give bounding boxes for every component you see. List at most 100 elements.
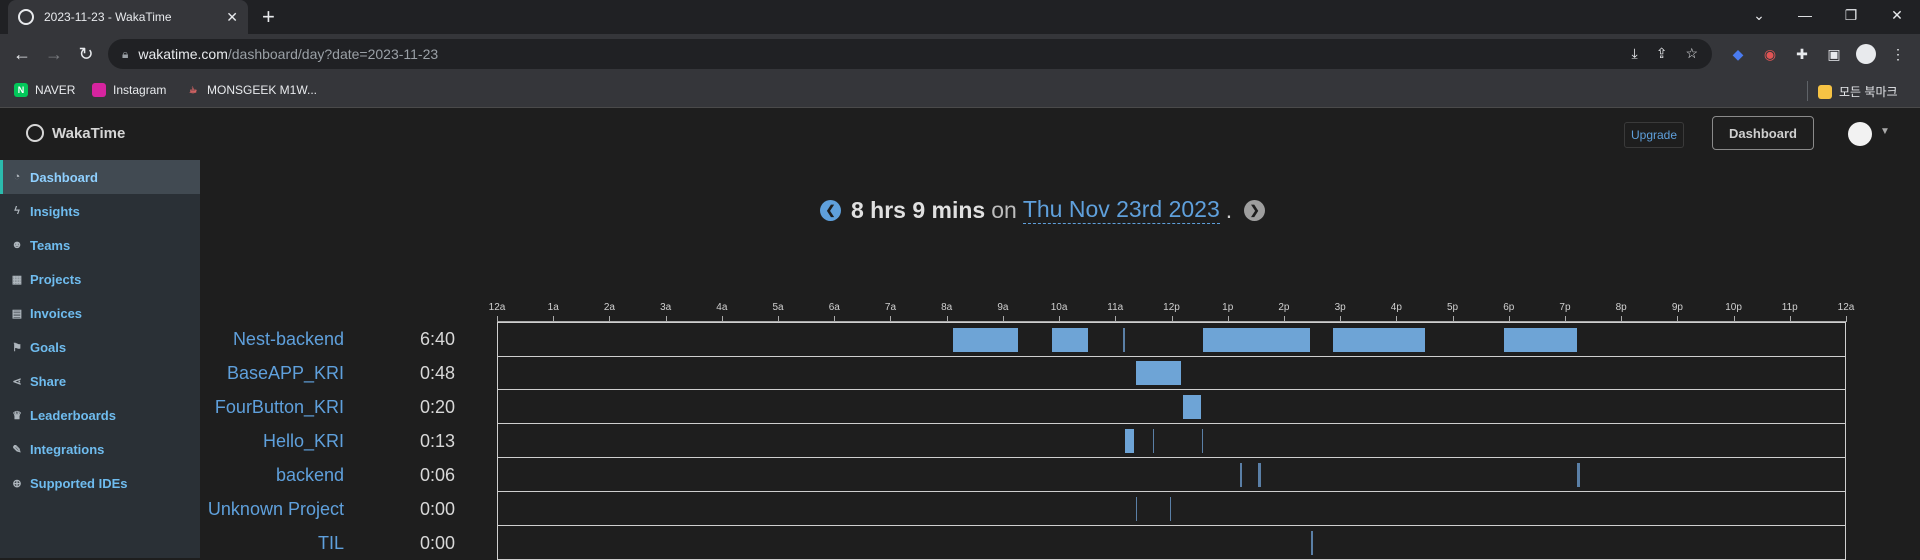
sidebar-item-insights[interactable]: ϟ Insights — [0, 194, 200, 228]
sidebar-item-invoices[interactable]: ▤ Invoices — [0, 296, 200, 330]
sidebar-item-teams[interactable]: ☻ Teams — [0, 228, 200, 262]
tick-label: 10a — [1050, 302, 1068, 313]
timeline-segment[interactable] — [1169, 497, 1172, 521]
chevron-down-icon[interactable]: ▼ — [1880, 126, 1890, 137]
user-avatar[interactable] — [1848, 122, 1872, 146]
project-link[interactable]: Nest-backend — [104, 329, 344, 350]
back-icon[interactable]: ← — [10, 42, 34, 66]
timeline-segment[interactable] — [1242, 328, 1260, 352]
tick-label: 5a — [772, 302, 784, 313]
extension-glasses-icon[interactable]: ◉ — [1758, 42, 1782, 66]
sidebar-item-dashboard[interactable]: ◔ Dashboard — [0, 160, 200, 194]
timeline-segment[interactable] — [1504, 328, 1578, 352]
close-tab-icon[interactable]: ✕ — [226, 9, 238, 26]
bookmark-naver[interactable]: N NAVER — [14, 83, 75, 97]
tick-label: 12p — [1163, 302, 1180, 313]
instagram-icon — [92, 83, 106, 97]
timeline-segment[interactable] — [1124, 429, 1135, 453]
project-link[interactable]: BaseAPP_KRI — [104, 363, 344, 384]
sidebar-item-label: Share — [30, 373, 67, 389]
project-time: 0:20 — [419, 397, 455, 417]
timeline-segment[interactable] — [1201, 429, 1204, 453]
project-link[interactable]: Unknown Project — [104, 499, 344, 520]
bookmark-instagram[interactable]: Instagram — [92, 83, 166, 97]
bookmark-monsgeek[interactable]: ☕︎ MONSGEEK M1W... — [186, 83, 317, 97]
project-time: 6:40 — [419, 329, 455, 349]
file-icon: ▤ — [11, 307, 23, 320]
tick-label: 9a — [997, 302, 1009, 313]
date-picker[interactable]: Thu Nov 23rd 2023 — [1022, 196, 1220, 224]
tick-label: 5p — [1446, 302, 1459, 313]
share-icon: ⋖ — [12, 375, 22, 388]
timeline-segment[interactable] — [1152, 361, 1167, 385]
forward-icon[interactable]: → — [42, 42, 66, 66]
new-tab-icon[interactable]: + — [262, 5, 275, 29]
menu-kebab-icon[interactable]: ⋮ — [1886, 42, 1910, 66]
timeline-segment[interactable] — [1152, 429, 1155, 453]
timeline-row — [497, 356, 1846, 390]
timeline-segment[interactable] — [1338, 328, 1426, 352]
dashboard-button[interactable]: Dashboard — [1712, 116, 1814, 150]
tab-title: 2023-11-23 - WakaTime — [44, 10, 172, 24]
extension-shield-icon[interactable]: ◆ — [1726, 42, 1750, 66]
address-bar[interactable]: 🔒︎ wakatime.com /dashboard/day?date=2023… — [108, 39, 1712, 69]
close-window-icon[interactable]: ✕ — [1874, 0, 1920, 30]
users-icon: ☻ — [11, 239, 23, 251]
browser-toolbar: ← → ↻ 🔒︎ wakatime.com /dashboard/day?dat… — [0, 34, 1920, 74]
grid-icon: ▦ — [11, 273, 23, 286]
folder-icon — [1818, 84, 1832, 99]
bookmark-all-folder[interactable]: 모든 북마크 — [1818, 83, 1898, 100]
sidebar-item-projects[interactable]: ▦ Projects — [0, 262, 200, 296]
restore-icon[interactable]: ❐ — [1828, 0, 1874, 30]
timeline-segment[interactable] — [1239, 463, 1242, 487]
bookmark-star-icon[interactable]: ☆ — [1685, 45, 1698, 62]
wakatime-favicon-icon — [18, 9, 34, 25]
browser-tab[interactable]: 2023-11-23 - WakaTime ✕ — [8, 0, 248, 34]
timeline-segment[interactable] — [1166, 361, 1181, 385]
sidebar-item-label: Dashboard — [30, 169, 98, 185]
browser-tabbar: 2023-11-23 - WakaTime ✕ + ⌄ — ❐ ✕ — [0, 0, 1920, 34]
timeline-segment[interactable] — [1311, 531, 1313, 555]
project-link[interactable]: TIL — [104, 533, 344, 554]
extensions-puzzle-icon[interactable]: ✚ — [1790, 42, 1814, 66]
minimize-icon[interactable]: — — [1782, 0, 1828, 30]
install-icon[interactable]: ⤓ — [1632, 45, 1638, 62]
wrench-icon: ✎ — [12, 443, 22, 456]
upgrade-button[interactable]: Upgrade — [1624, 122, 1685, 148]
url-path: /dashboard/day?date=2023-11-23 — [227, 46, 439, 62]
tick-label: 2a — [603, 302, 615, 313]
project-link[interactable]: Hello_KRI — [104, 431, 344, 452]
next-day-icon[interactable]: ❯ — [1244, 199, 1266, 221]
sidebar-item-label: Projects — [30, 271, 82, 287]
timeline-segment[interactable] — [1577, 463, 1580, 487]
timeline-segment[interactable] — [1203, 328, 1243, 352]
reload-icon[interactable]: ↻ — [74, 42, 98, 66]
tick-label: 9p — [1671, 302, 1683, 313]
side-panel-icon[interactable]: ▣ — [1822, 42, 1846, 66]
tick-label: 10p — [1725, 302, 1742, 313]
timeline-row — [497, 458, 1846, 492]
timeline-segment[interactable] — [1051, 328, 1089, 352]
tab-search-icon[interactable]: ⌄ — [1736, 0, 1782, 30]
profile-avatar-icon[interactable] — [1854, 42, 1878, 66]
timeline-segment[interactable] — [1135, 497, 1138, 521]
lock-icon[interactable]: 🔒︎ — [122, 47, 128, 62]
share-page-icon[interactable]: ⇪ — [1656, 45, 1668, 62]
timeline-segment[interactable] — [953, 328, 1018, 352]
sidebar-item-label: Invoices — [30, 305, 83, 321]
timeline-segment[interactable] — [1182, 395, 1201, 419]
top-nav: WakaTime Upgrade Dashboard ▼ — [0, 108, 1920, 160]
wakatime-logo-icon — [26, 124, 44, 142]
project-link[interactable]: FourButton_KRI — [104, 397, 344, 418]
timeline-segment[interactable] — [1123, 328, 1126, 352]
total-time: 8 hrs 9 mins — [851, 196, 986, 223]
brand-logo[interactable]: WakaTime — [26, 124, 125, 142]
timeline-segment[interactable] — [1259, 328, 1311, 352]
timeline-segment[interactable] — [1257, 463, 1262, 487]
tick-mark — [1846, 316, 1847, 322]
previous-day-icon[interactable]: ❮ — [820, 199, 841, 221]
sidebar-item-label: Integrations — [30, 441, 105, 457]
project-link[interactable]: backend — [104, 465, 344, 486]
timeline-segment[interactable] — [1135, 361, 1153, 385]
trophy-icon: ♛ — [12, 409, 22, 422]
